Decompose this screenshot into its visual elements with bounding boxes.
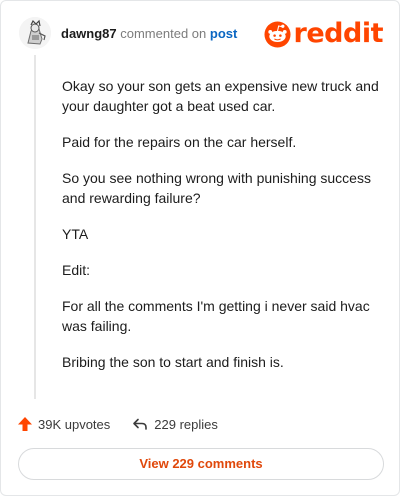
comment-paragraph: Bribing the son to start and finish is. <box>62 354 284 370</box>
commented-on-text: commented on <box>120 26 207 41</box>
comment-header: dawng87 commented on post reddit <box>19 15 385 55</box>
thread-line <box>34 55 36 399</box>
upvote-count: 39K upvotes <box>38 416 111 432</box>
reply-count: 229 replies <box>154 416 218 432</box>
comment-card: dawng87 commented on post reddit Okay so… <box>0 0 400 496</box>
comment-paragraph: Paid for the repairs on the car herself. <box>62 134 297 150</box>
reddit-logo[interactable]: reddit <box>264 18 384 49</box>
comment-actions: 39K upvotes 229 replies <box>17 413 218 435</box>
byline: dawng87 commented on post <box>61 26 237 41</box>
reply-arrow-icon <box>133 418 148 430</box>
comment-paragraph: Edit: <box>62 262 91 278</box>
upvote-arrow-icon <box>18 417 32 431</box>
comment-paragraph: For all the comments I'm getting i never… <box>62 298 370 334</box>
username[interactable]: dawng87 <box>61 26 117 41</box>
comment-body: Okay so your son gets an expensive new t… <box>62 76 382 388</box>
comment-paragraph: Okay so your son gets an expensive new t… <box>62 78 379 114</box>
avatar-icon <box>19 17 51 49</box>
reply-button[interactable]: 229 replies <box>110 416 218 432</box>
upvote-button[interactable]: 39K upvotes <box>17 416 110 432</box>
view-comments-button[interactable]: View 229 comments <box>18 448 384 480</box>
post-link[interactable]: post <box>210 26 237 41</box>
comment-paragraph: So you see nothing wrong with punishing … <box>62 170 371 206</box>
reddit-snoo-icon <box>264 20 291 48</box>
avatar[interactable] <box>19 17 51 49</box>
reddit-wordmark: reddit <box>293 18 384 49</box>
comment-paragraph: YTA <box>62 226 89 242</box>
